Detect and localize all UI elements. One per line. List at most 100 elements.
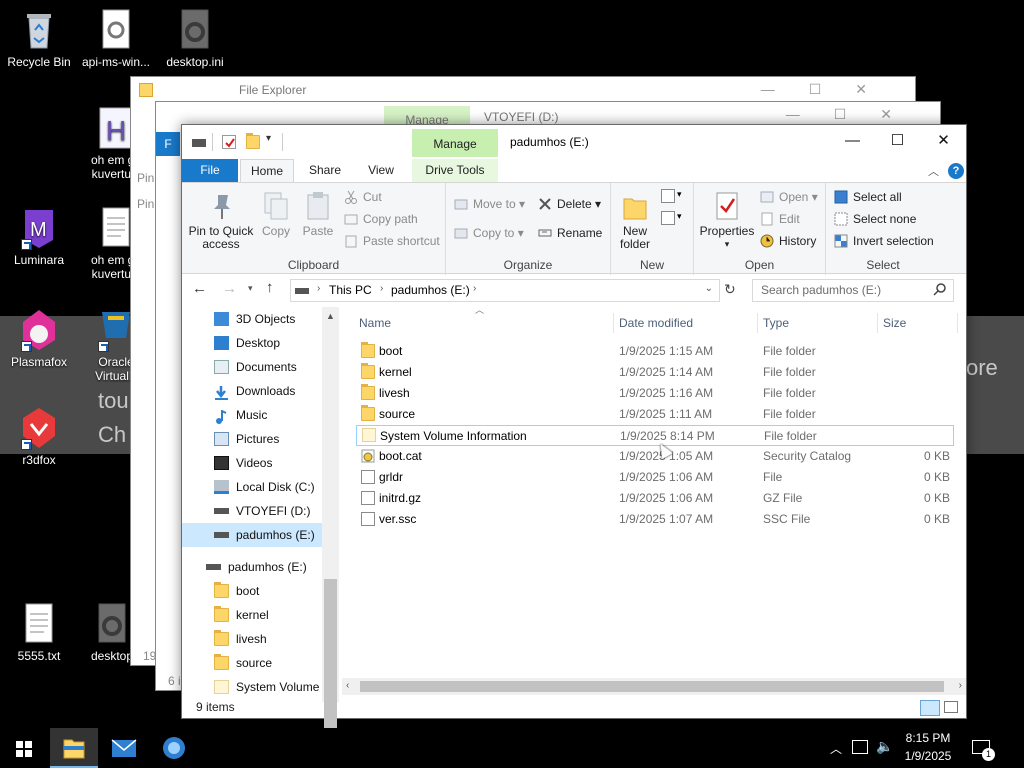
file-row-kernel[interactable]: kernel 1/9/2025 1:14 AM File folder	[355, 362, 953, 383]
collapse-ribbon-icon[interactable]: ︿	[928, 163, 939, 179]
customize-quick-access-icon[interactable]: ▾	[266, 133, 271, 144]
details-view-icon[interactable]	[920, 700, 940, 716]
recent-locations-button[interactable]: ▾	[248, 283, 253, 294]
nav-item-padumhos-selected[interactable]: padumhos (E:)	[182, 523, 322, 547]
file-row-boot-cat[interactable]: boot.cat 1/9/2025 1:05 AM Security Catal…	[355, 446, 953, 467]
horizontal-scroll-thumb[interactable]	[360, 681, 944, 692]
nav-item-vtoyefi[interactable]: VTOYEFI (D:)	[182, 499, 322, 523]
large-icons-view-icon[interactable]	[944, 701, 958, 713]
nav-item-padumhos-root[interactable]: padumhos (E:)	[182, 555, 322, 579]
paste-button[interactable]: Paste	[298, 191, 338, 238]
file-row-system-volume-information[interactable]: System Volume Information 1/9/2025 8:14 …	[356, 425, 954, 446]
file-row-initrd-gz[interactable]: initrd.gz 1/9/2025 1:06 AM GZ File 0 KB	[355, 488, 953, 509]
maximize-button[interactable]: ☐	[875, 125, 920, 157]
history-button[interactable]: History	[760, 232, 816, 250]
search-input[interactable]: Search padumhos (E:)	[752, 279, 954, 302]
tab-manage[interactable]: Manage	[412, 129, 498, 157]
file-row-source[interactable]: source 1/9/2025 1:11 AM File folder	[355, 404, 953, 425]
select-all-button[interactable]: Select all	[834, 188, 902, 206]
nav-item-kernel[interactable]: kernel	[182, 603, 322, 627]
nav-item-3d-objects[interactable]: 3D Objects	[182, 307, 322, 331]
forward-button[interactable]: →	[222, 280, 237, 297]
column-header-date[interactable]: Date modified	[619, 311, 693, 335]
clock-date[interactable]: 1/9/2025	[900, 749, 956, 763]
tab-view[interactable]: View	[356, 159, 406, 182]
nav-item-music[interactable]: Music	[182, 403, 322, 427]
column-header-type[interactable]: Type	[763, 311, 789, 335]
file-row-ver-ssc[interactable]: ver.ssc 1/9/2025 1:07 AM SSC File 0 KB	[355, 509, 953, 530]
tab-drive-tools[interactable]: Drive Tools	[412, 159, 498, 182]
nav-item-source[interactable]: source	[182, 651, 322, 675]
start-button[interactable]	[0, 728, 48, 768]
file-explorer-window[interactable]: ▾ Manage padumhos (E:) — ☐ ✕ File Home S…	[181, 124, 967, 763]
nav-item-boot[interactable]: boot	[182, 579, 322, 603]
back-button[interactable]: ←	[192, 280, 207, 297]
tab-share[interactable]: Share	[300, 159, 350, 182]
help-icon[interactable]: ?	[948, 163, 964, 179]
file-row-livesh[interactable]: livesh 1/9/2025 1:16 AM File folder	[355, 383, 953, 404]
taskbar-mail[interactable]	[100, 728, 148, 768]
desktop-icon-luminara[interactable]: M Luminara	[1, 206, 77, 267]
taskbar-browser[interactable]	[150, 728, 198, 768]
nav-scrollbar[interactable]: ▲	[322, 307, 339, 763]
pin-to-quick-access-button[interactable]: Pin to Quick access	[188, 191, 254, 251]
delete-button[interactable]: Delete ▾	[538, 195, 601, 213]
breadcrumb-padumhos[interactable]: padumhos (E:)	[391, 283, 470, 297]
network-icon[interactable]	[852, 740, 868, 754]
chevron-down-icon[interactable]: ⌄	[705, 283, 713, 294]
scroll-up-icon[interactable]: ▲	[326, 311, 335, 321]
nav-item-local-disk[interactable]: Local Disk (C:)	[182, 475, 322, 499]
nav-item-livesh[interactable]: livesh	[182, 627, 322, 651]
address-bar[interactable]: › This PC › padumhos (E:) › ⌄	[290, 279, 720, 302]
desktop-icon-api-ms-win[interactable]: api-ms-win...	[78, 8, 154, 69]
minimize-button[interactable]: —	[830, 125, 875, 157]
move-to-button[interactable]: Move to ▾	[454, 195, 525, 213]
close-button[interactable]: ✕	[921, 125, 966, 157]
column-header-size[interactable]: Size	[883, 311, 906, 335]
new-folder-quick-icon[interactable]	[246, 133, 260, 149]
file-list[interactable]: ︿ Name Date modified Type Size boot 1/9/…	[345, 305, 966, 685]
copy-path-button[interactable]: Copy path	[344, 210, 418, 228]
nav-item-downloads[interactable]: Downloads	[182, 379, 322, 403]
show-hidden-icons-chevron-icon[interactable]: ︿	[830, 740, 842, 757]
taskbar-file-explorer[interactable]	[50, 728, 98, 768]
nav-item-pictures[interactable]: Pictures	[182, 427, 322, 451]
up-button[interactable]: ↑	[266, 279, 274, 296]
nav-item-videos[interactable]: Videos	[182, 451, 322, 475]
file-row-boot[interactable]: boot 1/9/2025 1:15 AM File folder	[355, 341, 953, 362]
properties-button[interactable]: Properties ▾	[698, 191, 756, 251]
cut-button[interactable]: Cut	[344, 188, 382, 206]
refresh-button[interactable]: ↻	[724, 281, 736, 298]
nav-item-documents[interactable]: Documents	[182, 355, 322, 379]
open-button[interactable]: Open ▾	[760, 188, 818, 206]
file-row-grldr[interactable]: grldr 1/9/2025 1:06 AM File 0 KB	[355, 467, 953, 488]
new-folder-button[interactable]: New folder	[615, 191, 655, 251]
volume-icon[interactable]: 🔈	[876, 738, 893, 755]
desktop-icon-recycle-bin[interactable]: Recycle Bin	[1, 8, 77, 69]
scroll-left-icon[interactable]: ‹	[346, 680, 349, 691]
tab-home[interactable]: Home	[240, 159, 294, 183]
properties-quick-icon[interactable]	[222, 135, 236, 149]
horizontal-scrollbar[interactable]: ‹ ›	[342, 678, 966, 695]
tab-file[interactable]: File	[182, 159, 238, 182]
desktop-icon-desktop-ini[interactable]: desktop.ini	[157, 8, 233, 69]
copy-to-button[interactable]: Copy to ▾	[454, 224, 524, 242]
breadcrumb-this-pc[interactable]: This PC	[329, 283, 372, 297]
title-bar[interactable]: ▾ Manage padumhos (E:) — ☐ ✕	[182, 125, 966, 159]
nav-item-system-volume[interactable]: System Volume I	[182, 675, 322, 699]
invert-selection-button[interactable]: Invert selection	[834, 232, 934, 250]
paste-shortcut-button[interactable]: Paste shortcut	[344, 232, 440, 250]
edit-button[interactable]: Edit	[760, 210, 800, 228]
nav-item-desktop[interactable]: Desktop	[182, 331, 322, 355]
desktop-icon-5555-txt[interactable]: 5555.txt	[1, 602, 77, 663]
clock-time[interactable]: 8:15 PM	[900, 731, 956, 745]
desktop-icon-r3dfox[interactable]: r3dfox	[1, 406, 77, 467]
navigation-pane[interactable]: 3D Objects Desktop Documents Downloads M…	[182, 307, 340, 702]
copy-button[interactable]: Copy	[258, 191, 294, 238]
rename-button[interactable]: Rename	[538, 224, 602, 242]
select-none-button[interactable]: Select none	[834, 210, 916, 228]
column-header-name[interactable]: Name	[359, 311, 391, 335]
desktop-icon-plasmafox[interactable]: Plasmafox	[1, 308, 77, 369]
easy-access-icon[interactable]	[661, 211, 675, 225]
scroll-right-icon[interactable]: ›	[959, 680, 962, 691]
